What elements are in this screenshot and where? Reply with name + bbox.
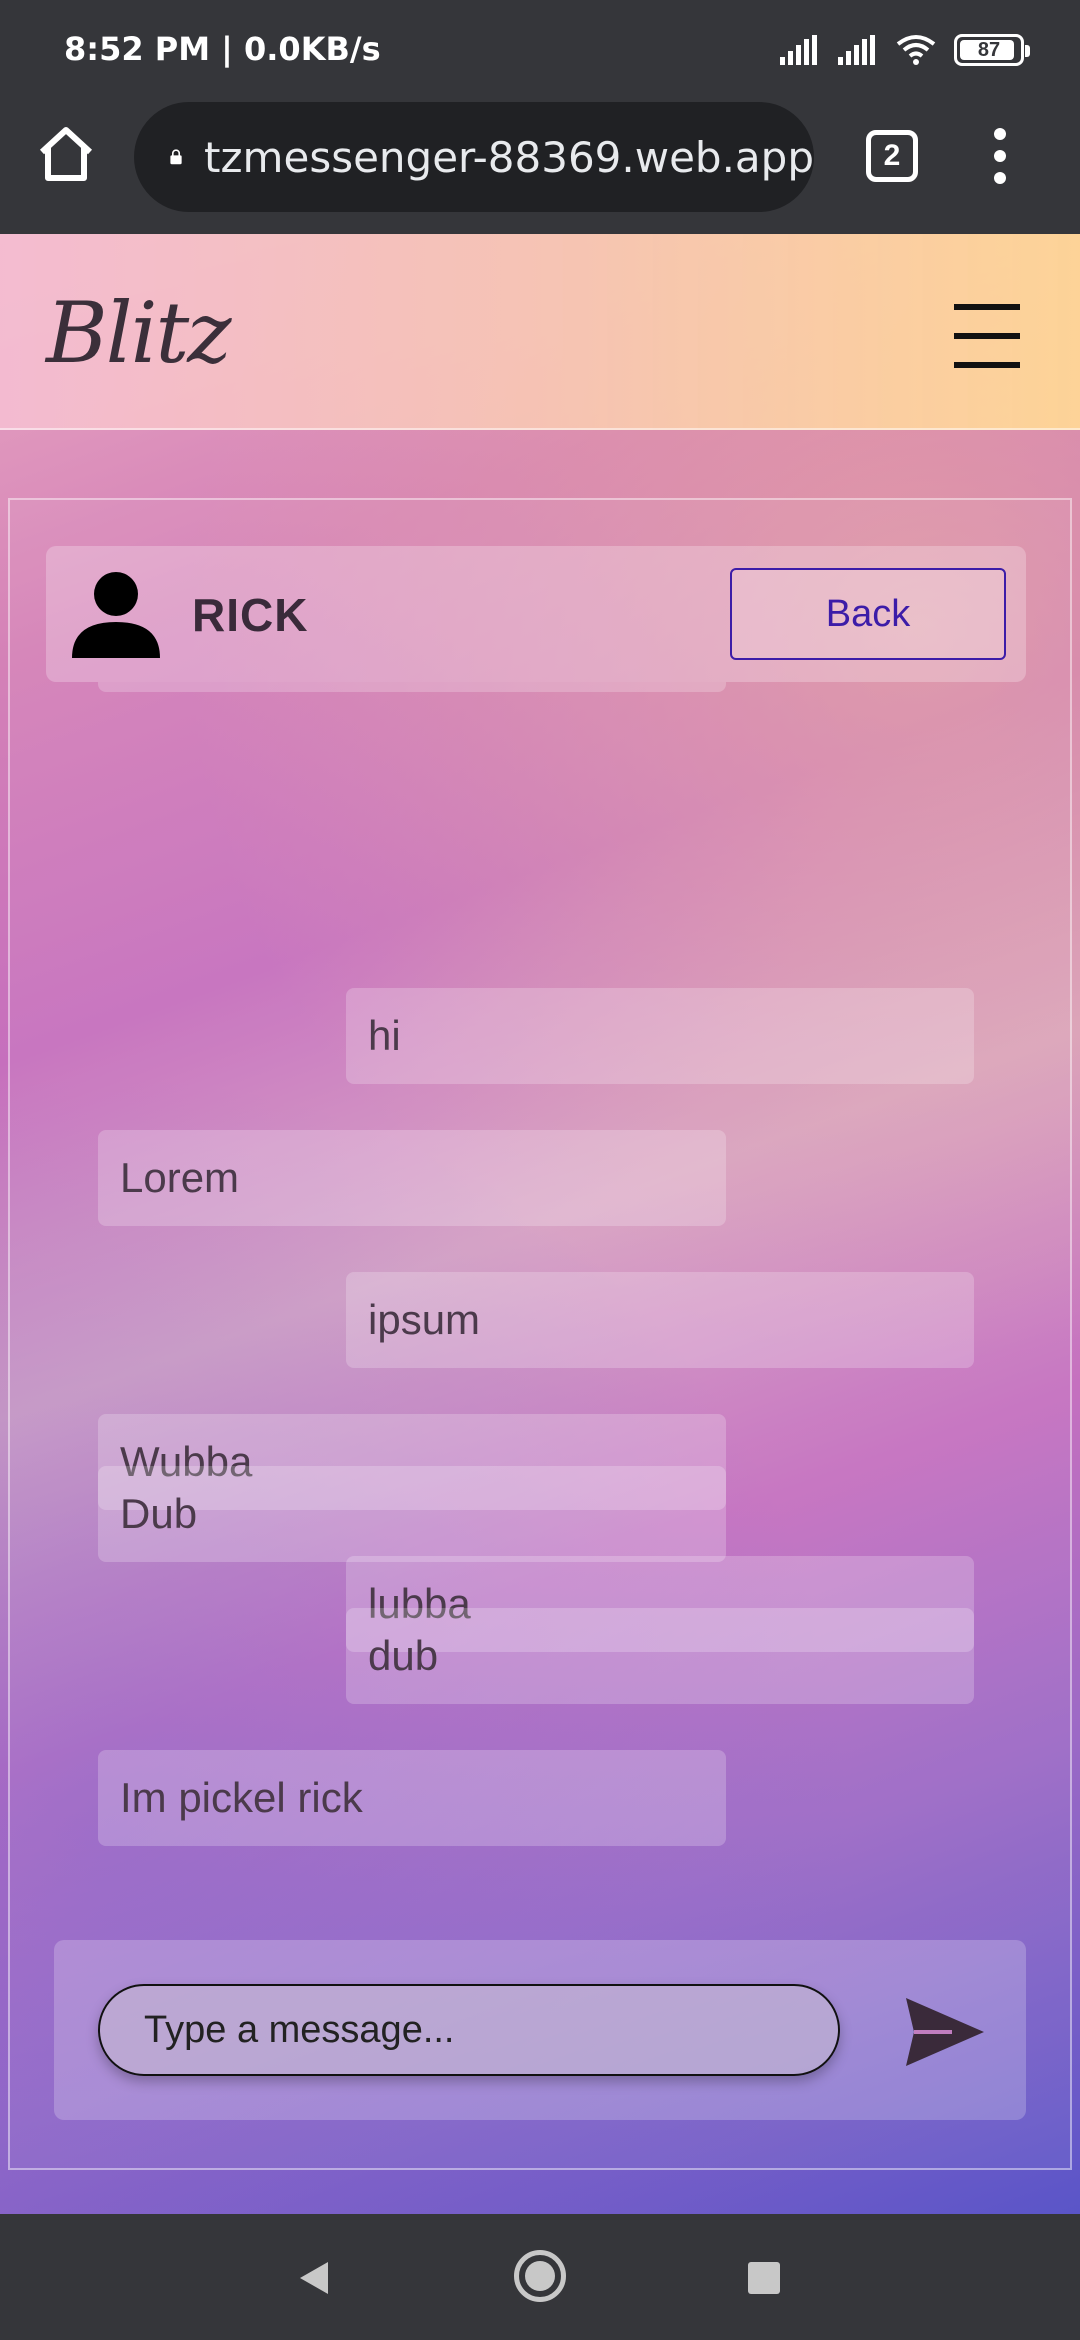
battery-icon: 87 xyxy=(954,34,1030,66)
status-time: 8:52 PM | 0.0KB/s xyxy=(64,30,381,68)
message-bubble-sent: dub xyxy=(346,1608,974,1704)
message-bubble-received: Im pickel rick xyxy=(98,1750,726,1846)
home-icon[interactable] xyxy=(34,122,98,186)
message-text: Dub xyxy=(120,1490,198,1537)
nav-back-icon[interactable] xyxy=(296,2260,332,2296)
signal-icon xyxy=(838,35,875,65)
url-text: tzmessenger-88369.web.app xyxy=(204,132,814,182)
back-button[interactable]: Back xyxy=(730,568,1006,660)
message-list[interactable]: hi Lorem ipsum Wubba lubba xyxy=(0,682,1080,1722)
message-bubble-partial xyxy=(98,682,726,692)
message-bubble-sent: hi xyxy=(346,988,974,1084)
message-input[interactable] xyxy=(98,1984,840,2076)
message-text: Im pickel rick xyxy=(120,1774,363,1821)
browser-toolbar: tzmessenger-88369.web.app 2 xyxy=(0,100,1080,234)
app-header: Blitz xyxy=(0,234,1080,430)
hamburger-menu-icon[interactable] xyxy=(954,304,1020,368)
signal-icon xyxy=(780,35,817,65)
more-options-icon[interactable] xyxy=(990,128,1010,184)
nav-home-icon[interactable] xyxy=(514,2250,566,2302)
chat-header: RICK Back xyxy=(46,546,1026,682)
app-page: Blitz RICK Back hi Lorem ipsum Wubba lub… xyxy=(0,234,1080,2214)
message-bubble-received: Lorem xyxy=(98,1130,726,1226)
message-text: hi xyxy=(368,1012,401,1059)
message-text: ipsum xyxy=(368,1296,481,1343)
nav-recents-icon[interactable] xyxy=(748,2262,780,2294)
message-bubble-sent: ipsum xyxy=(346,1272,974,1368)
send-button[interactable] xyxy=(902,1994,988,2070)
lock-icon xyxy=(170,149,182,165)
status-bar: 8:52 PM | 0.0KB/s 87 xyxy=(0,0,1080,100)
wifi-icon xyxy=(896,35,936,65)
user-avatar-icon xyxy=(72,572,160,658)
send-icon xyxy=(906,1998,984,2066)
message-text: Lorem xyxy=(120,1154,240,1201)
app-logo[interactable]: Blitz xyxy=(46,284,231,382)
message-text: dub xyxy=(368,1632,439,1679)
message-bubble-received: Dub xyxy=(98,1466,726,1562)
message-composer xyxy=(54,1940,1026,2120)
status-icons: 87 xyxy=(780,30,1030,70)
address-bar[interactable]: tzmessenger-88369.web.app xyxy=(134,102,814,212)
tab-switcher-button[interactable]: 2 xyxy=(866,130,918,182)
system-nav-bar xyxy=(0,2214,1080,2340)
battery-level: 87 xyxy=(977,38,1001,61)
contact-name: RICK xyxy=(192,589,309,641)
